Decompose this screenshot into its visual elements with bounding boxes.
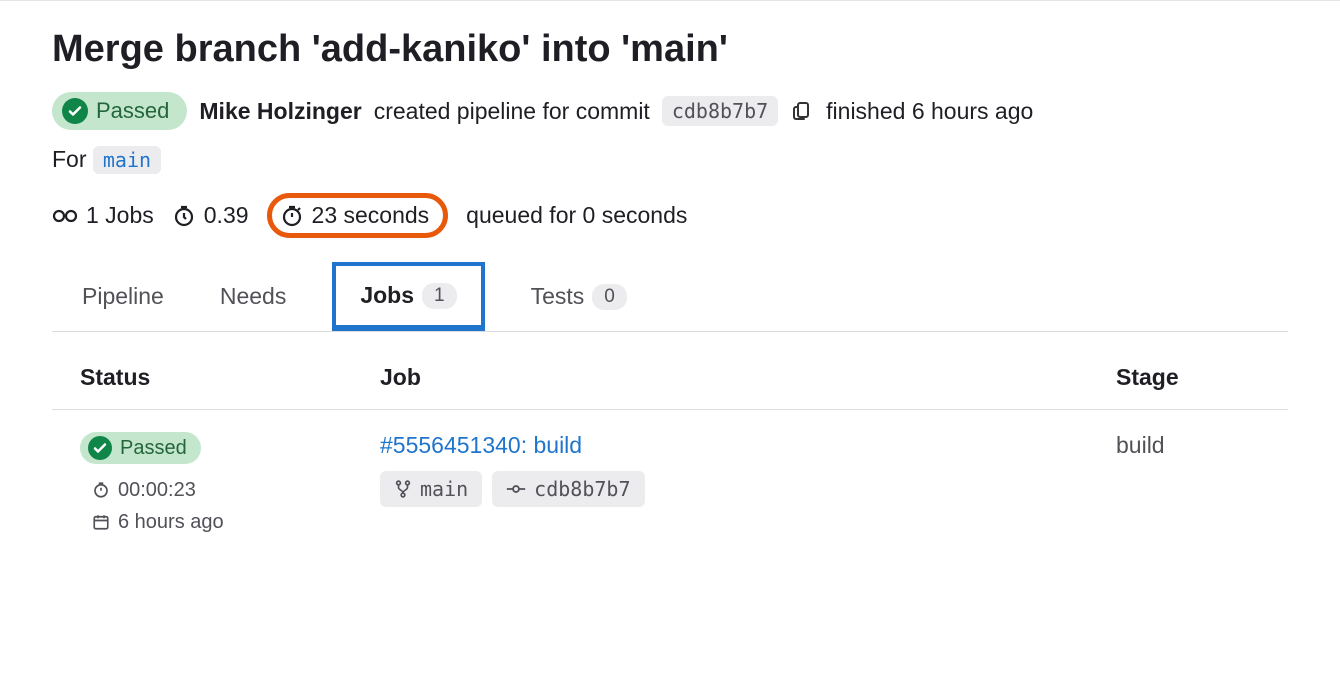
job-meta: main cdb8b7b7: [380, 471, 1060, 507]
status-badge: Passed: [52, 92, 187, 130]
calendar-icon: [92, 513, 110, 531]
th-stage: Stage: [1088, 346, 1288, 410]
th-status: Status: [52, 346, 352, 410]
ref-badge[interactable]: main: [93, 146, 161, 174]
commit-icon: [506, 483, 526, 495]
clock-icon: [172, 204, 196, 228]
stopwatch-icon: [280, 204, 304, 228]
job-link[interactable]: #5556451340: build: [380, 432, 582, 458]
link-icon: [52, 206, 78, 226]
copy-icon[interactable]: [790, 99, 814, 123]
stage-cell: build: [1088, 410, 1288, 549]
jobs-table: Status Job Stage Passed: [52, 346, 1288, 548]
row-time-info: 00:00:23 6 hours ago: [80, 474, 324, 538]
score-stat: 0.39: [172, 202, 249, 229]
for-row: For main: [52, 146, 1288, 173]
check-icon: [88, 436, 112, 460]
tab-tests-count: 0: [592, 284, 627, 310]
stats-row: 1 Jobs 0.39 23 seconds queued for 0 seco…: [52, 193, 1288, 238]
branch-icon: [394, 480, 412, 498]
pipeline-meta: Passed Mike Holzinger created pipeline f…: [52, 92, 1288, 130]
table-row: Passed 00:00:23 6: [52, 410, 1288, 549]
tab-jobs[interactable]: Jobs 1: [332, 262, 484, 331]
for-label: For: [52, 146, 87, 172]
page-title: Merge branch 'add-kaniko' into 'main': [52, 25, 1288, 74]
tab-pipeline[interactable]: Pipeline: [72, 262, 174, 331]
tab-tests[interactable]: Tests 0: [521, 262, 637, 331]
tab-needs[interactable]: Needs: [210, 262, 296, 331]
ref-chip[interactable]: main: [380, 471, 482, 507]
commit-sha[interactable]: cdb8b7b7: [662, 96, 778, 126]
author-name[interactable]: Mike Holzinger: [199, 98, 361, 125]
th-job: Job: [352, 346, 1088, 410]
created-text: created pipeline for commit: [374, 98, 650, 125]
status-label: Passed: [96, 98, 169, 124]
sha-chip[interactable]: cdb8b7b7: [492, 471, 644, 507]
tab-jobs-count: 1: [422, 283, 457, 309]
jobs-count-stat: 1 Jobs: [52, 202, 154, 229]
tabs: Pipeline Needs Jobs 1 Tests 0: [52, 262, 1288, 332]
queued-stat: queued for 0 seconds: [466, 202, 687, 229]
stopwatch-icon: [92, 481, 110, 499]
finished-text: finished 6 hours ago: [826, 98, 1033, 125]
check-icon: [62, 98, 88, 124]
duration-stat: 23 seconds: [267, 193, 449, 238]
row-status-badge: Passed: [80, 432, 201, 464]
